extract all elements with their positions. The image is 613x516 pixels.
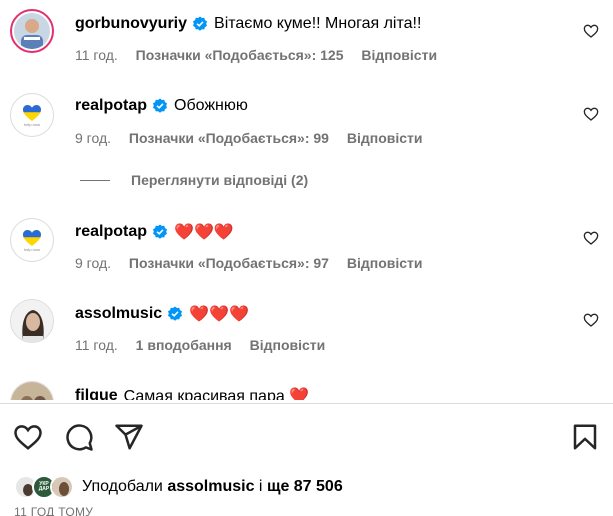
comment-username[interactable]: gorbunovyuriy: [75, 15, 187, 33]
likes-summary: УКР ДАР Уподобали assolmusic і ще 87 506: [14, 474, 343, 500]
divider: [0, 403, 613, 404]
avatar[interactable]: [50, 475, 74, 499]
comment-username[interactable]: realpotap: [75, 223, 147, 241]
view-replies-label: Переглянути відповіді (2): [131, 172, 309, 188]
reply-button[interactable]: Відповісти: [250, 337, 326, 353]
heart-icon[interactable]: [13, 422, 43, 452]
comment-likes[interactable]: Позначки «Подобається»: 125: [136, 47, 344, 63]
avatar[interactable]: [10, 299, 54, 343]
likes-text: Уподобали assolmusic і ще 87 506: [82, 478, 343, 496]
likes-mid: і: [258, 478, 263, 495]
likes-prefix: Уподобали: [82, 478, 163, 495]
comment-text: ❤️❤️❤️: [174, 224, 234, 241]
avatar-text: help.now: [23, 121, 40, 127]
heart-icon[interactable]: [583, 106, 599, 122]
heart-icon[interactable]: [583, 230, 599, 246]
reply-button[interactable]: Відповісти: [347, 130, 423, 146]
comment-text: Обожнюю: [174, 97, 248, 114]
avatar[interactable]: [10, 9, 54, 53]
avatar[interactable]: help.now: [10, 218, 54, 262]
comment-likes[interactable]: 1 вподобання: [136, 337, 232, 353]
comment-time[interactable]: 9 год.: [75, 130, 111, 146]
heart-icon[interactable]: [583, 23, 599, 39]
verified-badge-icon: [168, 306, 183, 321]
comment-text: Вітаємо куме!! Многая літа!!: [214, 15, 422, 32]
reply-button[interactable]: Відповісти: [361, 47, 437, 63]
reply-button[interactable]: Відповісти: [347, 255, 423, 271]
comment-username[interactable]: realpotap: [75, 97, 147, 115]
comment-time[interactable]: 9 год.: [75, 255, 111, 271]
view-replies-button[interactable]: Переглянути відповіді (2): [80, 172, 308, 188]
bookmark-icon[interactable]: [570, 422, 600, 452]
comment-time[interactable]: 11 год.: [75, 337, 118, 353]
post-time[interactable]: 11 ГОД ТОМУ: [14, 505, 93, 516]
avatar[interactable]: [10, 381, 54, 400]
heart-logo-icon: [23, 229, 41, 246]
heart-icon[interactable]: [583, 312, 599, 328]
heart-logo-icon: [23, 104, 41, 121]
verified-badge-icon: [153, 224, 168, 239]
verified-badge-icon: [193, 16, 208, 31]
post-actions: [0, 422, 613, 452]
comment-likes[interactable]: Позначки «Подобається»: 97: [129, 255, 329, 271]
divider-dash: [80, 179, 110, 181]
comments-list: gorbunovyuriy Вітаємо куме!! Многая літа…: [0, 0, 613, 400]
avatar-text: help.now: [23, 246, 40, 252]
comment-icon[interactable]: [64, 422, 94, 452]
comment-username[interactable]: assolmusic: [75, 305, 162, 323]
verified-badge-icon: [153, 98, 168, 113]
avatar[interactable]: help.now: [10, 93, 54, 137]
likes-count[interactable]: ще 87 506: [267, 478, 343, 495]
comment-text: ❤️❤️❤️: [189, 306, 249, 323]
comment-text: Самая красивая пара ❤️: [123, 388, 310, 400]
comment-likes[interactable]: Позначки «Подобається»: 99: [129, 130, 329, 146]
comment-username[interactable]: filgue: [75, 387, 118, 400]
likes-user[interactable]: assolmusic: [167, 478, 254, 495]
share-icon[interactable]: [114, 422, 144, 452]
comment-time[interactable]: 11 год.: [75, 47, 118, 63]
